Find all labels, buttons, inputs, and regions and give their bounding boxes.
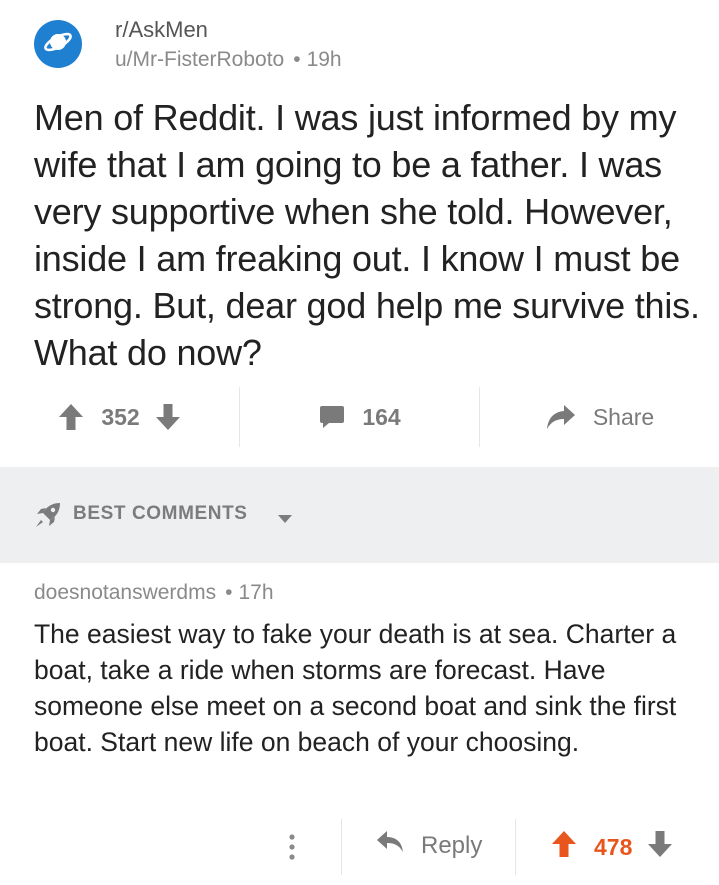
post-author[interactable]: u/Mr-FisterRoboto xyxy=(115,48,284,71)
reply-label: Reply xyxy=(421,831,483,859)
upvote-arrow-icon[interactable] xyxy=(57,402,85,432)
more-vertical-icon[interactable] xyxy=(278,830,306,864)
comment-body: The easiest way to fake your death is at… xyxy=(34,619,677,757)
comment-age: 17h xyxy=(238,581,274,604)
planet-icon xyxy=(41,25,75,64)
subreddit-avatar[interactable] xyxy=(34,20,82,68)
post-header: r/AskMen u/Mr-FisterRoboto • 19h xyxy=(0,0,719,90)
share-button[interactable]: Share xyxy=(479,387,719,447)
comments-button[interactable]: 164 xyxy=(239,387,479,447)
sort-label: BEST COMMENTS xyxy=(73,503,248,524)
comment-meta: doesnotanswerdms • 17h xyxy=(34,581,274,605)
reply-arrow-icon xyxy=(375,829,405,862)
share-arrow-icon xyxy=(545,403,577,431)
post-title[interactable]: Men of Reddit. I was just informed by my… xyxy=(34,94,709,376)
share-label: Share xyxy=(592,403,655,430)
divider xyxy=(341,819,342,875)
comment-count: 164 xyxy=(362,403,401,430)
meta-separator: • xyxy=(293,48,301,71)
post-age: 19h xyxy=(306,48,342,71)
post-action-bar: 352 164 Share xyxy=(0,387,719,447)
comment-bubble-icon xyxy=(318,403,346,431)
post-vote-group: 352 xyxy=(0,387,239,447)
post-score: 352 xyxy=(101,403,140,430)
downvote-arrow-icon[interactable] xyxy=(154,402,182,432)
divider xyxy=(515,819,516,875)
post-meta: u/Mr-FisterRoboto • 19h xyxy=(115,48,342,72)
comment-score: 478 xyxy=(594,833,633,860)
meta-separator: • xyxy=(225,581,233,604)
caret-down-icon xyxy=(277,511,293,529)
subreddit-name[interactable]: r/AskMen xyxy=(115,17,208,43)
downvote-arrow-icon[interactable] xyxy=(646,829,674,865)
reply-button[interactable]: Reply xyxy=(375,829,482,862)
comment-vote-group: 478 xyxy=(550,829,674,865)
comment-sort-bar[interactable]: BEST COMMENTS xyxy=(0,467,719,563)
rocket-icon xyxy=(34,501,62,534)
comment-author[interactable]: doesnotanswerdms xyxy=(34,581,216,604)
comment-action-bar: Reply 478 xyxy=(0,815,719,879)
upvote-arrow-icon[interactable] xyxy=(550,829,578,865)
